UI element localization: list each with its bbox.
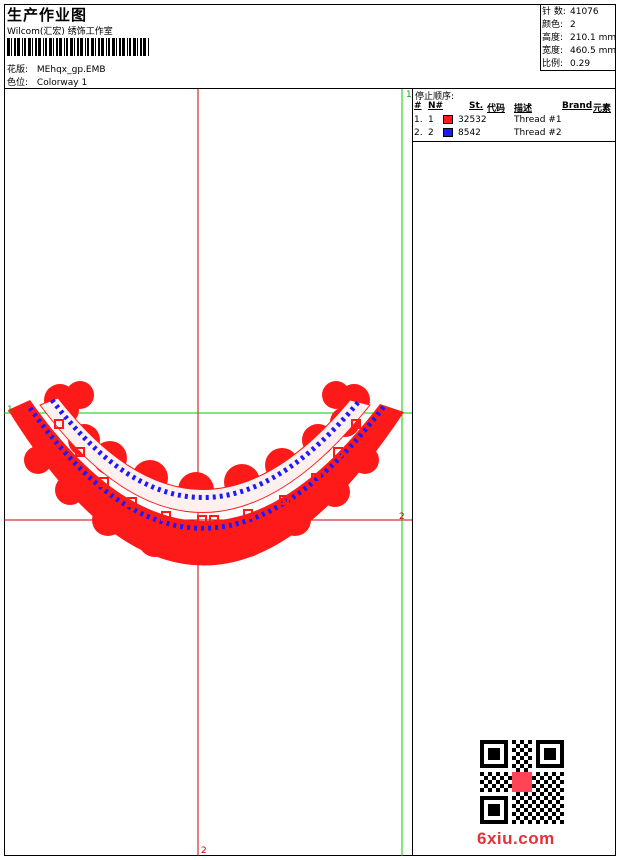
guide-label-left: 1: [7, 405, 13, 415]
watermark-site: 6xiu.com: [477, 829, 555, 848]
guide-label-top: 1: [406, 90, 412, 100]
seal-icon: [512, 772, 532, 792]
guide-label-right: 2: [399, 512, 405, 522]
guide-label-bottom: 2: [201, 846, 207, 856]
qr-code-icon: [480, 740, 564, 824]
embroidery-canvas: [4, 89, 412, 856]
